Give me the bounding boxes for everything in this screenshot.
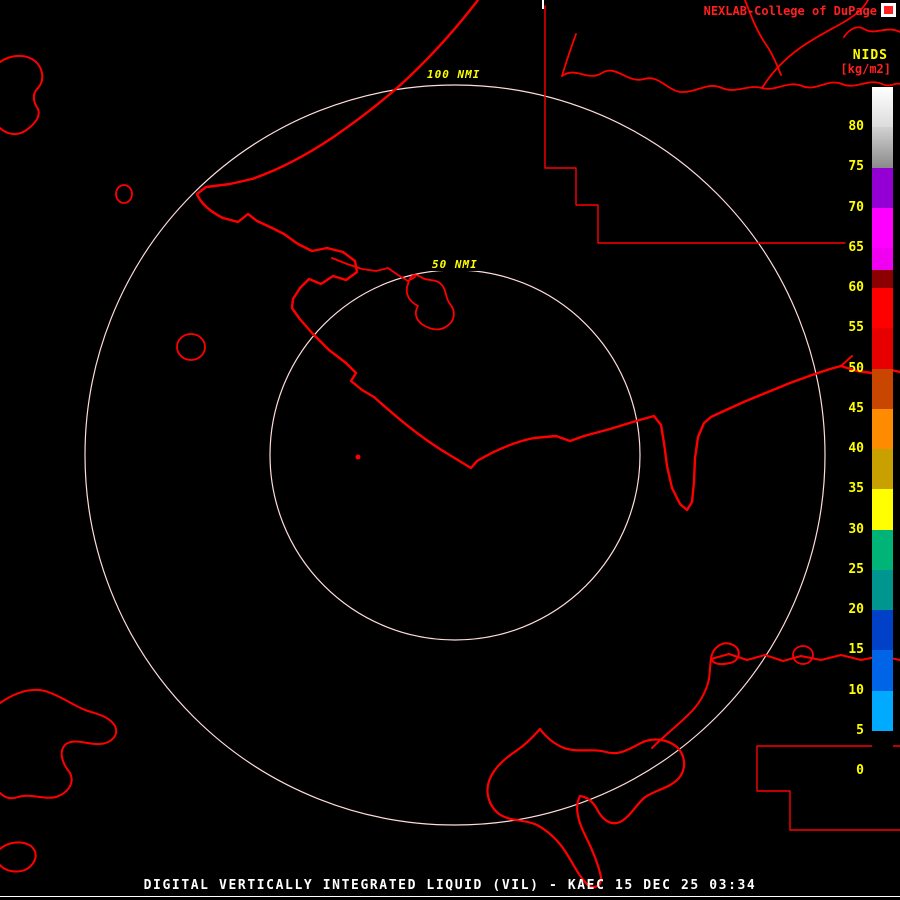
colorbar-tick-label: 10 — [848, 682, 864, 698]
product-status-line: DIGITAL VERTICALLY INTEGRATED LIQUID (VI… — [143, 878, 757, 893]
colorbar-tick-label: 65 — [848, 239, 864, 255]
footer-divider — [0, 896, 900, 897]
island-topleft-path — [0, 54, 44, 136]
colorbar-tick-label: 5 — [856, 722, 864, 738]
colorbar-segment — [872, 127, 893, 168]
colorbar-tick-label: 15 — [848, 642, 864, 658]
cod-logo-icon — [881, 3, 896, 17]
colorbar-tick-label: 40 — [848, 441, 864, 456]
colorbar-segment — [872, 87, 893, 127]
colorbar-tick-label: 80 — [848, 119, 864, 134]
colorbar-segment — [872, 248, 893, 270]
boundary-path-top — [544, 5, 846, 244]
colorbar-tick-label: 55 — [848, 320, 864, 336]
colorbar-tick-label: 70 — [848, 199, 864, 215]
colorbar-segment — [872, 168, 893, 208]
river-path — [843, 26, 900, 38]
colorbar-tick-label: 50 — [848, 360, 864, 376]
colorbar-segment — [872, 570, 893, 610]
colorbar-units: [kg/m2] — [840, 62, 891, 76]
island-line-northeast — [651, 657, 712, 749]
radar-display: 100 NMI 50 NMI NEXLAB-College of DuPage … — [0, 0, 900, 900]
colorbar-segment — [872, 208, 893, 248]
colorbar-tick-label: 75 — [848, 159, 864, 175]
colorbar-tick-label: 45 — [848, 400, 864, 416]
north-tick — [542, 0, 544, 9]
inlet-island-path — [405, 274, 455, 331]
colorbar-segment — [872, 650, 893, 691]
island-ring-small — [115, 184, 133, 204]
colorbar-segment — [872, 530, 893, 570]
island-loop-path — [710, 642, 740, 666]
brand-text: NEXLAB-College of DuPage — [703, 4, 877, 18]
colorbar-segment — [872, 288, 893, 328]
range-ring-50 — [269, 269, 641, 641]
colorbar-segment — [872, 691, 893, 731]
range-ring-label-50: 50 NMI — [429, 258, 481, 271]
colorbar-segment — [872, 489, 893, 530]
range-ring-label-100: 100 NMI — [424, 68, 484, 81]
bottom-island-path — [486, 727, 686, 889]
colorbar-tick-label: 25 — [848, 561, 864, 577]
colorbar-tick-label: 30 — [848, 521, 864, 537]
colorbar-segment — [872, 610, 893, 650]
range-ring-100 — [84, 84, 826, 826]
colorbar-segment — [872, 328, 893, 369]
island-ring-east — [792, 645, 814, 665]
colorbar-segment — [872, 449, 893, 489]
island-bottomleft-path — [0, 688, 118, 800]
colorbar-gradient — [872, 87, 893, 771]
colorbar-tick-label: 35 — [848, 481, 864, 497]
colorbar-segment — [872, 731, 893, 771]
colorbar-tick-label: 60 — [848, 280, 864, 295]
island-bottomleft-small-path — [0, 841, 37, 873]
inlet-path — [331, 257, 416, 282]
colorbar-ticks: 80 75 70 65 60 55 50 45 40 35 30 25 20 15 10 5 0 — [830, 87, 864, 787]
colorbar-tick-label: 0 — [856, 763, 864, 778]
colorbar-segment — [872, 270, 893, 288]
river-path — [561, 33, 577, 77]
island-dot — [355, 454, 361, 460]
colorbar-title: NIDS — [852, 48, 888, 63]
island-ring-medium — [176, 333, 206, 361]
colorbar-segment — [872, 369, 893, 409]
colorbar-segment — [872, 409, 893, 449]
coastline-path — [195, 0, 900, 512]
colorbar-tick-label: 20 — [848, 602, 864, 617]
radar-map — [0, 0, 900, 889]
